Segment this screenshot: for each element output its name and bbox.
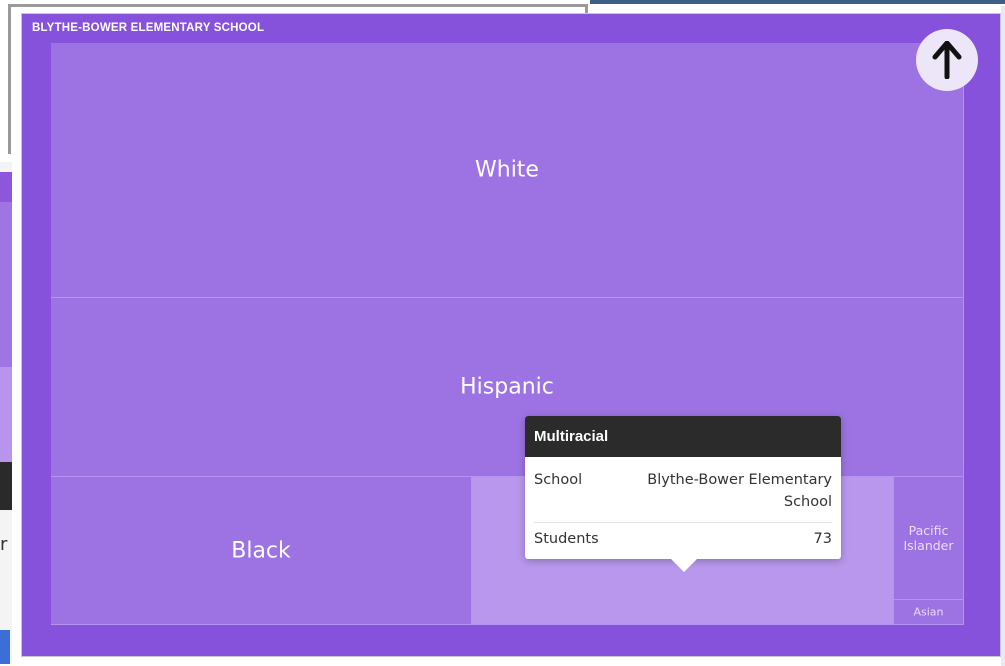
tooltip-pointer [671, 559, 697, 572]
tooltip-title: Multiracial [525, 416, 841, 457]
treemap-cell[interactable]: Black [51, 477, 472, 625]
tooltip-row-value: Blythe-Bower Elementary School [647, 472, 832, 510]
tooltip: Multiracial School Blythe-Bower Elementa… [525, 416, 841, 572]
tooltip-row-label: Students [534, 531, 599, 547]
background-left-block [0, 172, 12, 202]
tooltip-row: School Blythe-Bower Elementary School [534, 457, 832, 522]
treemap-cell-label: White [475, 157, 539, 183]
treemap-cell-label: Black [231, 538, 291, 563]
treemap-cell[interactable]: White [51, 43, 964, 298]
treemap-chart: BLYTHE-BOWER ELEMENTARY SCHOOL White Hisp… [22, 14, 1000, 656]
treemap-cell-label: Asian [913, 605, 944, 619]
tooltip-row-label: School [534, 472, 583, 488]
background-left-block [0, 367, 12, 462]
tooltip-row-value: 73 [813, 531, 832, 547]
treemap-cell[interactable]: Asian [894, 600, 964, 625]
treemap-cell-label: Pacific Islander [903, 523, 954, 553]
background-left-block [0, 462, 12, 510]
chart-title: BLYTHE-BOWER ELEMENTARY SCHOOL [32, 22, 265, 34]
background-strip [590, 0, 1005, 4]
arrow-up-icon [932, 41, 962, 79]
background-right-edge [1001, 6, 1005, 666]
treemap-cell-label: Hispanic [460, 374, 554, 400]
zoom-out-button[interactable] [916, 29, 978, 91]
background-left-block [0, 202, 12, 367]
background-left-block [0, 630, 10, 664]
background-left-text: r [0, 534, 8, 555]
tooltip-row: Students 73 [534, 522, 832, 559]
treemap-cell[interactable]: Pacific Islander [894, 477, 964, 600]
